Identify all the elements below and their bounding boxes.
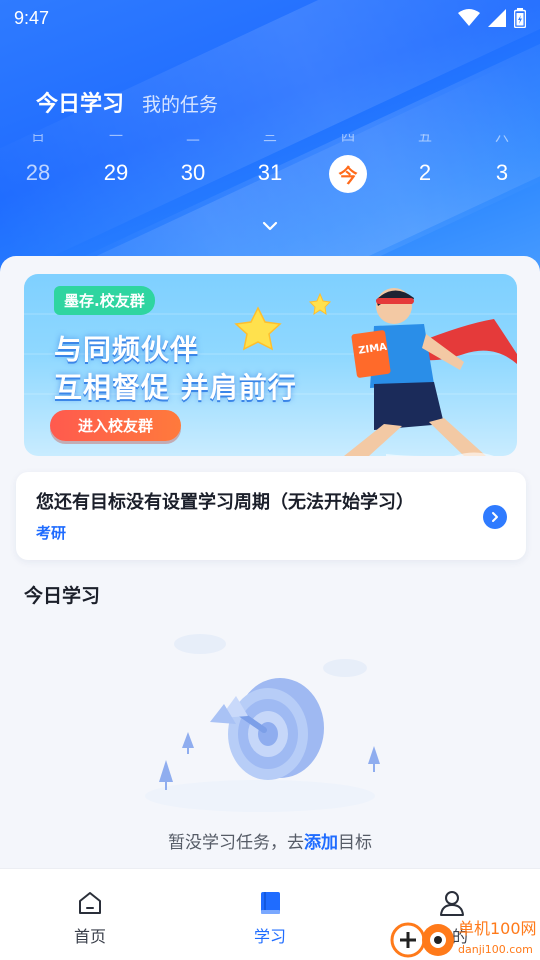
cellular-signal-icon (488, 9, 506, 27)
empty-target-illustration (145, 634, 380, 812)
tab-today-study[interactable]: 今日学习 (36, 86, 124, 118)
watermark-logo: 单机100网 danji100.com (390, 919, 537, 958)
home-icon (79, 892, 101, 914)
status-icons (458, 8, 526, 28)
today-study-section-title: 今日学习 (24, 585, 101, 607)
profile-icon (440, 891, 464, 916)
alumni-group-banner[interactable]: ZIMA 墨存.校友群 与同频伙伴 互相督促 并肩前行 进入校友群 (24, 274, 517, 456)
status-time: 9:47 (14, 7, 50, 28)
tab-my-tasks[interactable]: 我的任务 (142, 90, 218, 117)
calendar-day-number: 31 (257, 160, 283, 185)
goal-card-title: 您还有目标没有设置学习周期（无法开始学习） (36, 492, 414, 513)
week-calendar: 日 28 一 29 二 30 三 31 四 今 五 2 六 3 (0, 134, 540, 214)
calendar-day[interactable]: 日 28 (8, 134, 68, 186)
nav-home[interactable]: 首页 (45, 889, 135, 947)
calendar-day-number: 2 (418, 160, 432, 185)
calendar-day[interactable]: 五 2 (395, 134, 455, 186)
join-alumni-group-button[interactable]: 进入校友群 (50, 410, 181, 441)
goal-card-subtitle: 考研 (36, 524, 67, 542)
empty-state-suffix: 目标 (338, 833, 372, 853)
add-goal-link[interactable]: 添加 (304, 833, 338, 853)
watermark-url: danji100.com (458, 943, 533, 956)
watermark-text: 单机100网 (458, 919, 537, 938)
banner-headline-1: 与同频伙伴 (54, 333, 200, 366)
calendar-day[interactable]: 六 3 (472, 134, 532, 186)
main-content: ZIMA 墨存.校友群 与同频伙伴 互相督促 并肩前行 进入校友群 您还有目标没… (0, 256, 540, 868)
header-tabs: 今日学习 我的任务 (36, 86, 218, 118)
nav-study[interactable]: 学习 (225, 889, 315, 947)
book-icon (261, 892, 280, 914)
empty-state-message: 暂没学习任务，去添加目标 (0, 828, 540, 853)
nav-home-label: 首页 (73, 927, 106, 946)
calendar-day[interactable]: 二 30 (163, 134, 223, 186)
banner-tag: 墨存.校友群 (54, 286, 155, 315)
nav-study-label: 学习 (253, 927, 286, 946)
calendar-day[interactable]: 一 29 (86, 134, 146, 186)
today-marker: 今 (329, 155, 367, 193)
expand-calendar-chevron-icon[interactable] (260, 216, 280, 236)
calendar-day[interactable]: 三 31 (240, 134, 300, 186)
status-bar: 9:47 (0, 0, 540, 36)
battery-icon (514, 8, 526, 28)
banner-headline-2: 互相督促 并肩前行 (54, 371, 297, 404)
chevron-right-icon[interactable] (483, 505, 507, 529)
empty-state-prefix: 暂没学习任务，去 (168, 833, 304, 853)
goal-period-warning-card[interactable]: 您还有目标没有设置学习周期（无法开始学习） 考研 (16, 472, 526, 560)
wifi-icon (458, 9, 480, 26)
calendar-day-number: 28 (25, 160, 51, 185)
calendar-day-number: 30 (180, 160, 206, 185)
calendar-day-today[interactable]: 四 今 (318, 134, 378, 193)
calendar-day-number: 29 (103, 160, 129, 185)
calendar-day-number: 3 (495, 160, 509, 185)
